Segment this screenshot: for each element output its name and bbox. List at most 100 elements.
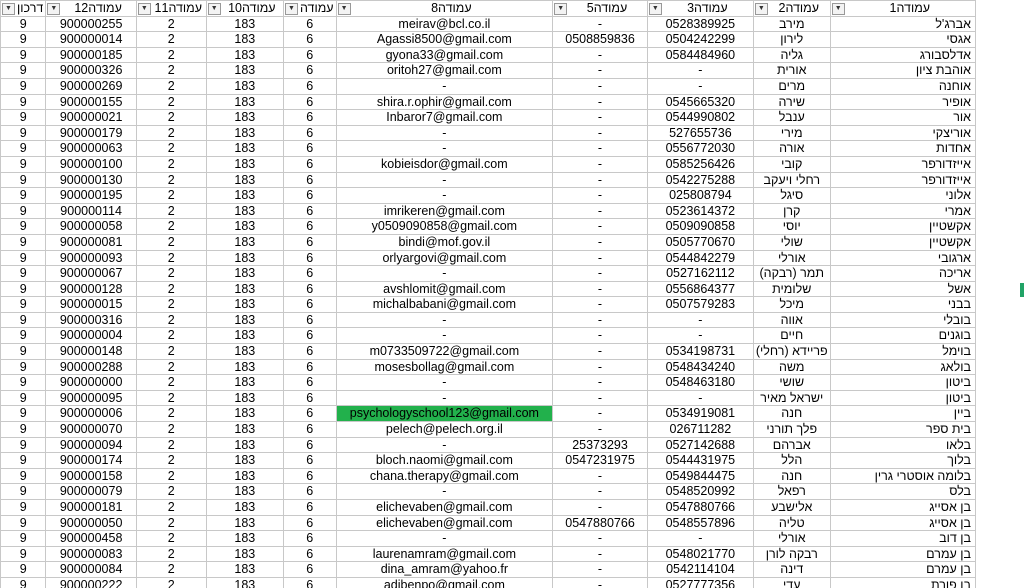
table-cell[interactable]: אחדות	[829, 140, 977, 157]
table-cell[interactable]: 9	[0, 421, 47, 438]
table-cell[interactable]: קרן	[752, 202, 831, 220]
table-cell[interactable]: 2	[135, 187, 207, 204]
table-cell[interactable]: 9	[0, 140, 47, 157]
table-cell[interactable]: 183	[205, 77, 284, 95]
table-cell[interactable]: -	[335, 124, 554, 142]
table-cell[interactable]: 2	[135, 140, 207, 157]
table-cell[interactable]: orlyargovi@gmail.com	[335, 249, 554, 267]
table-cell[interactable]: אדלסבורג	[829, 46, 977, 64]
column-header[interactable]: עמודה11 ▼	[135, 0, 207, 17]
table-cell[interactable]: 9	[0, 296, 47, 313]
table-cell[interactable]: 2	[135, 124, 207, 142]
table-cell[interactable]: 2	[135, 514, 207, 532]
table-cell[interactable]: -	[552, 77, 648, 95]
table-cell[interactable]: 183	[205, 530, 284, 547]
table-cell[interactable]: 900000084	[45, 561, 137, 578]
table-cell[interactable]: בלאו	[829, 436, 977, 454]
table-cell[interactable]: 0547231975	[552, 452, 648, 469]
table-cell[interactable]: בן עמרם	[829, 561, 977, 578]
table-cell[interactable]: 6	[282, 249, 337, 267]
table-cell[interactable]: 900000058	[45, 218, 137, 235]
table-cell[interactable]: -	[552, 155, 648, 173]
column-header[interactable]: עמודה5 ▼	[552, 0, 648, 17]
table-cell[interactable]: בן אסייג	[829, 514, 977, 532]
table-cell[interactable]: 6	[282, 140, 337, 157]
table-cell[interactable]: 6	[282, 545, 337, 563]
table-cell[interactable]: 183	[205, 467, 284, 485]
table-cell[interactable]: אור	[829, 109, 977, 126]
table-cell[interactable]: 2	[135, 374, 207, 391]
table-cell[interactable]: מירי	[752, 124, 831, 142]
table-cell[interactable]: 9	[0, 514, 47, 532]
table-cell[interactable]: 0527142688	[646, 436, 754, 454]
table-cell[interactable]: 900000004	[45, 327, 137, 345]
table-cell[interactable]: 0542114104	[646, 561, 754, 578]
table-cell[interactable]: אייזדורפר	[829, 155, 977, 173]
table-cell[interactable]: 6	[282, 405, 337, 423]
table-cell[interactable]: 6	[282, 202, 337, 220]
table-cell[interactable]: -	[552, 467, 648, 485]
filter-dropdown-icon[interactable]: ▼	[554, 3, 568, 15]
table-cell[interactable]: ארגובי	[829, 249, 977, 267]
table-cell[interactable]: 2	[135, 202, 207, 220]
table-cell[interactable]: Inbaror7@gmail.com	[335, 109, 554, 126]
filter-dropdown-icon[interactable]: ▼	[831, 3, 845, 15]
table-cell[interactable]: 0547880766	[552, 514, 648, 532]
table-cell[interactable]: חיים	[752, 327, 831, 345]
table-cell[interactable]: 2	[135, 31, 207, 48]
table-cell[interactable]: 6	[282, 233, 337, 251]
table-cell[interactable]: 9	[0, 31, 47, 48]
table-cell[interactable]: 900000128	[45, 280, 137, 298]
table-cell[interactable]: 2	[135, 421, 207, 438]
table-cell[interactable]: 2	[135, 311, 207, 329]
table-cell[interactable]: -	[552, 62, 648, 79]
table-cell[interactable]: 9	[0, 545, 47, 563]
table-cell[interactable]: 900000179	[45, 124, 137, 142]
table-cell[interactable]: 2	[135, 233, 207, 251]
table-cell[interactable]: -	[552, 187, 648, 204]
filter-dropdown-icon[interactable]: ▼	[754, 3, 768, 15]
table-cell[interactable]: 900000083	[45, 545, 137, 563]
table-cell[interactable]: 0549844475	[646, 467, 754, 485]
table-cell[interactable]: 0548463180	[646, 374, 754, 391]
table-cell[interactable]: 900000015	[45, 296, 137, 313]
table-cell[interactable]: 0507579283	[646, 296, 754, 313]
table-cell[interactable]: -	[552, 15, 648, 33]
table-cell[interactable]: לירון	[752, 31, 831, 48]
table-cell[interactable]: -	[552, 93, 648, 111]
table-cell[interactable]: אקשטיין	[829, 233, 977, 251]
table-cell[interactable]: 6	[282, 15, 337, 33]
table-cell[interactable]: 2	[135, 436, 207, 454]
table-cell[interactable]: -	[552, 109, 648, 126]
table-cell[interactable]: 2	[135, 93, 207, 111]
table-cell[interactable]: 9	[0, 358, 47, 376]
table-cell[interactable]: 900000063	[45, 140, 137, 157]
table-cell[interactable]: אייזדורפר	[829, 171, 977, 189]
table-cell[interactable]: -	[552, 421, 648, 438]
table-cell[interactable]: shira.r.ophir@gmail.com	[335, 93, 554, 111]
table-cell[interactable]: 2	[135, 530, 207, 547]
table-cell[interactable]: אורה	[752, 140, 831, 157]
table-cell[interactable]: 9	[0, 452, 47, 469]
table-cell[interactable]: 2	[135, 218, 207, 235]
table-cell[interactable]: 2	[135, 327, 207, 345]
table-cell[interactable]: 183	[205, 187, 284, 204]
table-cell[interactable]: בולאג	[829, 358, 977, 376]
table-cell[interactable]: -	[552, 218, 648, 235]
table-cell[interactable]: 183	[205, 405, 284, 423]
table-cell[interactable]: pelech@pelech.org.il	[335, 421, 554, 438]
table-cell[interactable]: דינה	[752, 561, 831, 578]
table-cell[interactable]: 6	[282, 265, 337, 282]
table-cell[interactable]: 900000067	[45, 265, 137, 282]
table-cell[interactable]: 183	[205, 124, 284, 142]
table-cell[interactable]: 6	[282, 483, 337, 500]
table-cell[interactable]: מירב	[752, 15, 831, 33]
table-cell[interactable]: 0527777356	[646, 576, 754, 588]
table-cell[interactable]: -	[552, 358, 648, 376]
table-cell[interactable]: ביין	[829, 405, 977, 423]
table-cell[interactable]: 183	[205, 483, 284, 500]
table-cell[interactable]: 183	[205, 514, 284, 532]
table-cell[interactable]: 900000079	[45, 483, 137, 500]
filter-dropdown-icon[interactable]: ▼	[648, 3, 662, 15]
table-cell[interactable]: 183	[205, 249, 284, 267]
